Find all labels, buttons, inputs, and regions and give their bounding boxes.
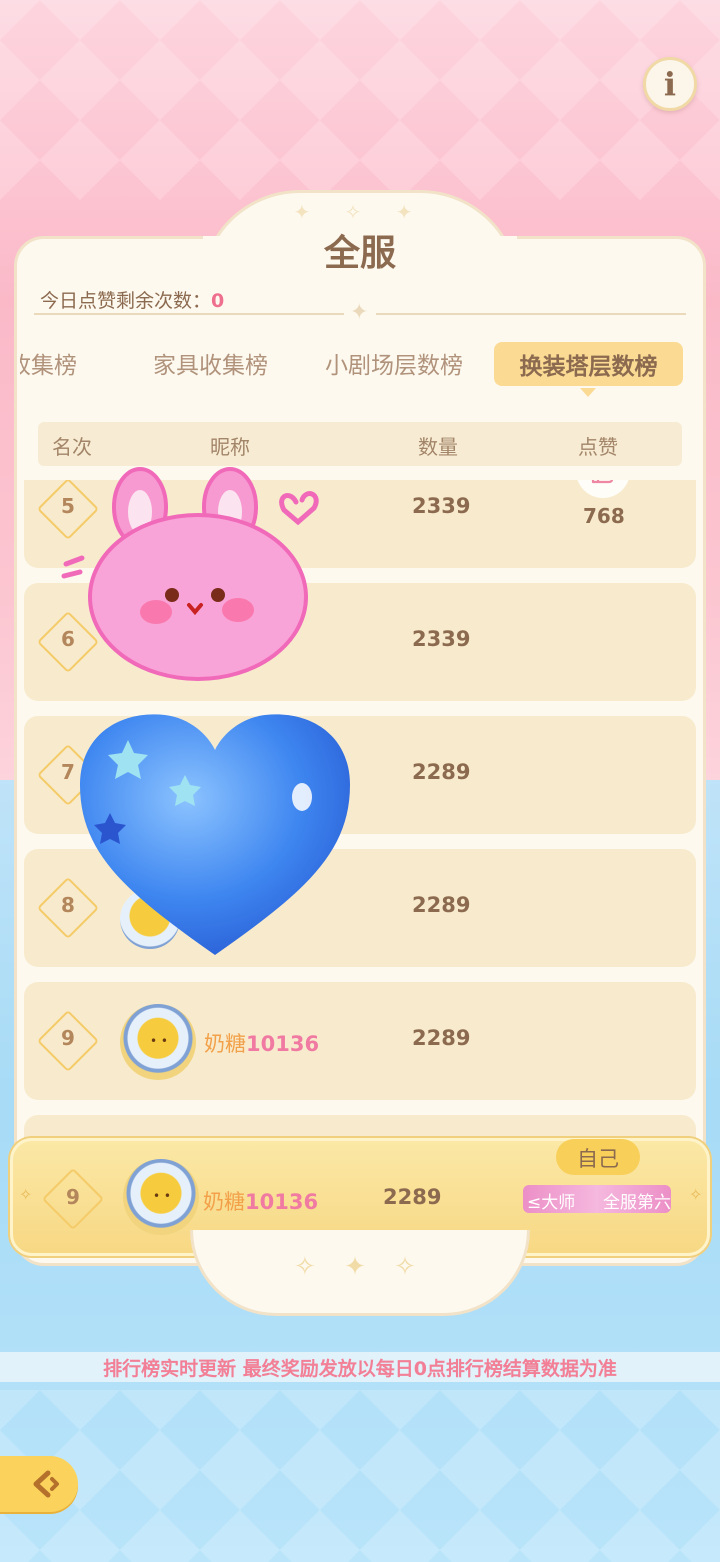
table-header: 名次 昵称 数量 点赞 [38, 422, 682, 466]
column-nickname: 昵称 [210, 435, 250, 459]
notice-text: 排行榜实时更新 最终奖励发放以每日0点排行榜结算数据为准 [103, 1358, 617, 1380]
background-pattern-top [0, 0, 720, 200]
self-badge: 自己 [556, 1139, 640, 1175]
count-value: 2289 [412, 893, 471, 917]
heart-sticker-icon [80, 714, 350, 955]
avatar[interactable]: • • [120, 1004, 196, 1080]
side-star-icon: ✧ [689, 1185, 703, 1204]
column-rank: 名次 [52, 435, 92, 459]
page-title: 全服 [323, 233, 396, 274]
likes-remaining: 今日点赞剩余次数：0 [40, 290, 225, 312]
tab-furniture-collection[interactable]: 家具收集榜 [153, 346, 268, 380]
tab-bar: 收集榜 家具收集榜 小剧场层数榜 换装塔层数榜 [20, 340, 700, 390]
tab-dressup-tower-floors[interactable]: 换装塔层数榜 [494, 342, 683, 386]
rank-number: 9 [61, 1026, 75, 1050]
avatar[interactable]: • • [123, 1159, 199, 1235]
like-button[interactable] [576, 480, 630, 498]
bunny-sticker-icon [61, 467, 319, 681]
info-icon[interactable]: i [643, 57, 697, 111]
bottom-ornament-icon: ✧ ✦ ✧ [294, 1252, 426, 1282]
tab-collection[interactable]: 收集榜 [20, 346, 77, 380]
nickname: 奶糖10136 [203, 1190, 319, 1214]
column-count: 数量 [418, 435, 458, 459]
tab-pointer [580, 388, 596, 397]
count-value: 2339 [412, 627, 471, 651]
rank-number: 9 [66, 1185, 80, 1209]
divider [376, 313, 686, 315]
divider-star-icon: ✦ [350, 300, 369, 325]
likes-remaining-value: 0 [211, 290, 225, 312]
background-pattern-bottom [0, 1390, 720, 1562]
like-count: 768 [583, 504, 625, 528]
nickname[interactable]: 奶糖10136 [204, 1028, 319, 1058]
title-banner: ≤大师 全服第六 [523, 1185, 671, 1213]
table-row: 9 • • 奶糖10136 2289 [24, 982, 696, 1100]
side-star-icon: ✧ [19, 1185, 33, 1204]
count-value: 2339 [412, 494, 471, 518]
column-like: 点赞 [578, 435, 618, 459]
thumbs-up-icon [591, 480, 614, 484]
back-arrow-icon [33, 1470, 59, 1498]
count-value: 2289 [383, 1185, 442, 1209]
table-row [24, 1115, 696, 1140]
divider [34, 313, 344, 315]
count-value: 2289 [412, 760, 471, 784]
count-value: 2289 [412, 1026, 471, 1050]
back-button[interactable] [0, 1456, 78, 1512]
tab-theater-floors[interactable]: 小剧场层数榜 [325, 346, 463, 380]
